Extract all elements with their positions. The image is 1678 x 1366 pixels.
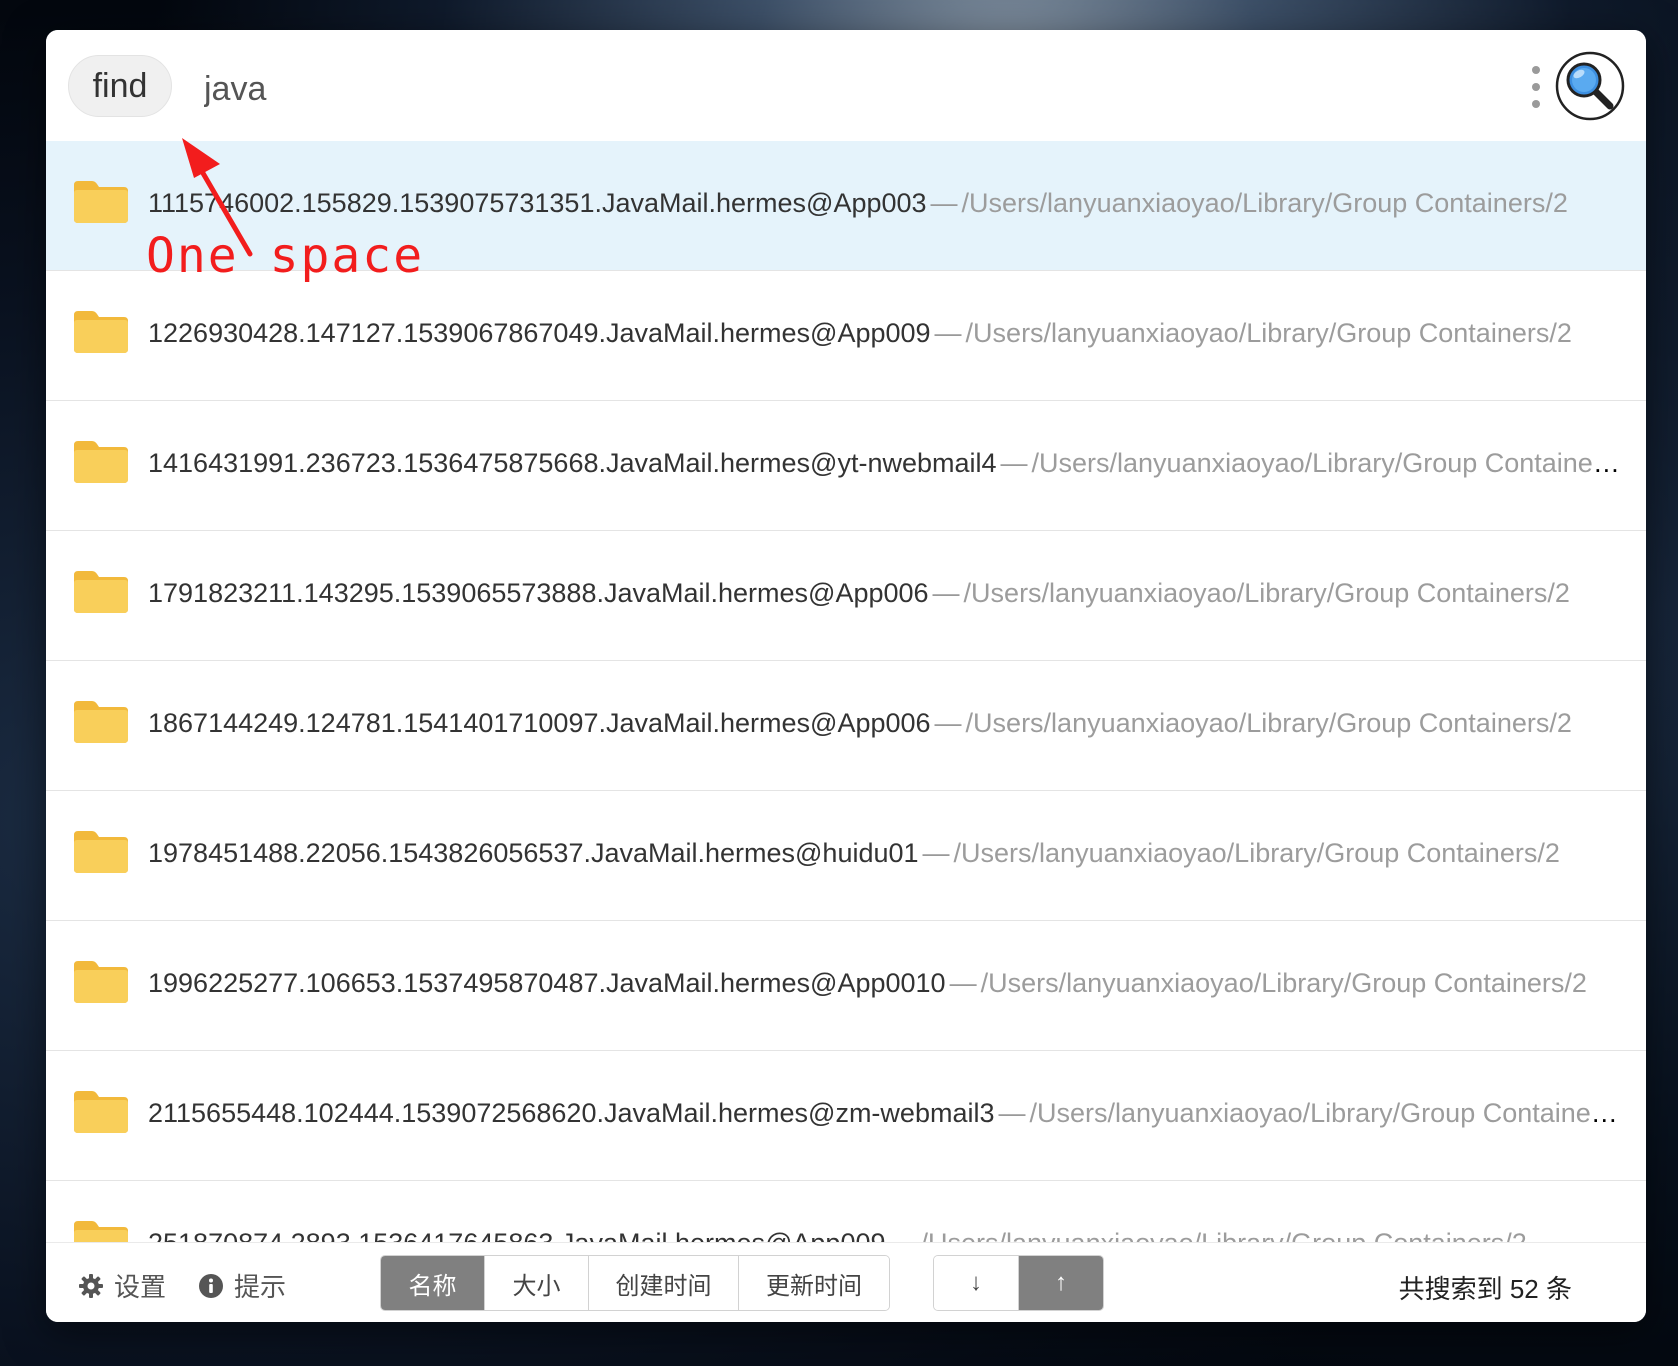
footer-bar: 设置 提示 名称 大小 创建时间 更新时间 ↓ ↑ 共搜索到 52 条 (46, 1242, 1646, 1322)
result-text: 1416431991.236723.1536475875668.JavaMail… (148, 445, 1626, 481)
result-path: /Users/lanyuanxiaoyao/Library/Group Cont… (1031, 448, 1626, 478)
annotation-label: One space (146, 228, 425, 284)
result-path: /Users/lanyuanxiaoyao/Library/Group Cont… (965, 318, 1572, 348)
settings-link[interactable]: 设置 (78, 1267, 166, 1304)
info-icon (199, 1273, 223, 1298)
result-path: /Users/lanyuanxiaoyao/Library/Group Cont… (963, 578, 1570, 608)
result-path: /Users/lanyuanxiaoyao/Library/Group Cont… (961, 188, 1568, 218)
sort-asc-button[interactable]: ↑ (1018, 1256, 1103, 1310)
folder-icon (74, 441, 128, 483)
result-text: 1867144249.124781.1541401710097.JavaMail… (148, 705, 1626, 741)
settings-label: 设置 (114, 1272, 167, 1302)
search-input[interactable] (204, 58, 1504, 120)
magnifier-icon (1555, 51, 1625, 121)
result-path: /Users/lanyuanxiaoyao/Library/Group Cont… (980, 968, 1587, 998)
result-name: 1978451488.22056.1543826056537.JavaMail.… (148, 838, 919, 868)
folder-icon (74, 1091, 128, 1133)
result-text: 2115655448.102444.1539072568620.JavaMail… (148, 1095, 1626, 1131)
search-bar: find (46, 30, 1646, 141)
result-name: 1791823211.143295.1539065573888.JavaMail… (148, 578, 929, 608)
folder-icon (74, 571, 128, 613)
result-row[interactable]: 1996225277.106653.1537495870487.JavaMail… (46, 921, 1646, 1051)
sort-desc-button[interactable]: ↓ (934, 1256, 1018, 1310)
results-list: 1115746002.155829.1539075731351.JavaMail… (46, 141, 1646, 1272)
sort-by-created-button[interactable]: 创建时间 (589, 1256, 739, 1310)
result-separator: — (930, 188, 958, 218)
result-path: /Users/lanyuanxiaoyao/Library/Group Cont… (1029, 1098, 1626, 1128)
result-separator: — (932, 578, 960, 608)
find-prefix-chip[interactable]: find (68, 55, 172, 117)
result-separator: — (934, 708, 962, 738)
result-text: 1791823211.143295.1539065573888.JavaMail… (148, 575, 1626, 611)
result-name: 1867144249.124781.1541401710097.JavaMail… (148, 708, 931, 738)
result-text: 1978451488.22056.1543826056537.JavaMail.… (148, 835, 1626, 871)
result-row[interactable]: 1416431991.236723.1536475875668.JavaMail… (46, 401, 1646, 531)
sort-order-group: ↓ ↑ (933, 1255, 1104, 1311)
sort-by-updated-button[interactable]: 更新时间 (739, 1256, 889, 1310)
folder-icon (74, 701, 128, 743)
result-name: 2115655448.102444.1539072568620.JavaMail… (148, 1098, 995, 1128)
result-row[interactable]: 1226930428.147127.1539067867049.JavaMail… (46, 271, 1646, 401)
result-separator: — (1000, 448, 1028, 478)
sort-field-group: 名称 大小 创建时间 更新时间 (380, 1255, 890, 1311)
result-path: /Users/lanyuanxiaoyao/Library/Group Cont… (953, 838, 1560, 868)
result-separator: — (998, 1098, 1026, 1128)
folder-icon (74, 961, 128, 1003)
folder-icon (74, 311, 128, 353)
result-name: 1226930428.147127.1539067867049.JavaMail… (148, 318, 931, 348)
result-name: 1996225277.106653.1537495870487.JavaMail… (148, 968, 946, 998)
sort-by-size-button[interactable]: 大小 (485, 1256, 589, 1310)
result-separator: — (922, 838, 950, 868)
result-row[interactable]: 1791823211.143295.1539065573888.JavaMail… (46, 531, 1646, 661)
tips-label: 提示 (234, 1272, 287, 1302)
result-path: /Users/lanyuanxiaoyao/Library/Group Cont… (965, 708, 1572, 738)
result-count: 共搜索到 52 条 (1398, 1274, 1572, 1304)
folder-icon (74, 831, 128, 873)
result-name: 1416431991.236723.1536475875668.JavaMail… (148, 448, 997, 478)
result-text: 1115746002.155829.1539075731351.JavaMail… (148, 185, 1626, 221)
result-name: 1115746002.155829.1539075731351.JavaMail… (148, 188, 927, 218)
result-row[interactable]: 1978451488.22056.1543826056537.JavaMail.… (46, 791, 1646, 921)
tips-link[interactable]: 提示 (198, 1267, 286, 1304)
result-separator: — (949, 968, 977, 998)
result-text: 1996225277.106653.1537495870487.JavaMail… (148, 965, 1626, 1001)
result-row[interactable]: 1867144249.124781.1541401710097.JavaMail… (46, 661, 1646, 791)
result-row[interactable]: 2115655448.102444.1539072568620.JavaMail… (46, 1051, 1646, 1181)
folder-icon (74, 181, 128, 223)
gear-icon (79, 1273, 103, 1298)
result-separator: — (934, 318, 962, 348)
result-text: 1226930428.147127.1539067867049.JavaMail… (148, 315, 1626, 351)
search-button[interactable] (1554, 50, 1626, 122)
search-window: find 1115746002.155829.1539075731351.Jav… (46, 30, 1646, 1322)
sort-by-name-button[interactable]: 名称 (381, 1256, 485, 1310)
more-menu-icon[interactable] (1530, 66, 1542, 108)
